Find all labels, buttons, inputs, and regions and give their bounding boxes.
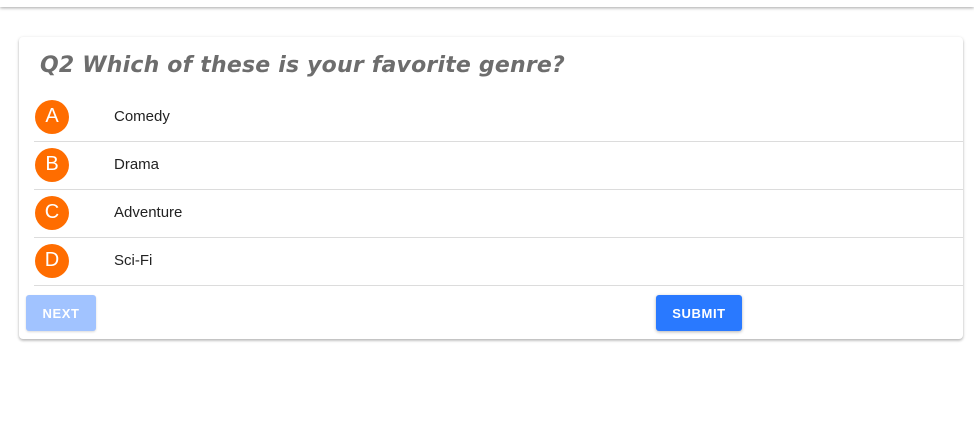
option-a[interactable]: A Comedy — [34, 94, 963, 142]
option-d-label: Sci-Fi — [114, 252, 153, 269]
submit-button[interactable]: SUBMIT — [656, 295, 742, 331]
option-d[interactable]: D Sci-Fi — [34, 238, 963, 286]
option-b-badge[interactable]: B — [35, 148, 69, 182]
option-d-badge[interactable]: D — [35, 244, 69, 278]
option-a-badge[interactable]: A — [35, 100, 69, 134]
top-app-bar — [0, 0, 974, 7]
quiz-card: Q2 Which of these is your favorite genre… — [19, 37, 963, 339]
option-b-label: Drama — [114, 156, 160, 173]
option-c-label: Adventure — [114, 204, 183, 221]
question-title: Q2 Which of these is your favorite genre… — [40, 53, 565, 78]
option-a-label: Comedy — [114, 108, 170, 125]
option-b[interactable]: B Drama — [34, 142, 963, 190]
option-c-badge[interactable]: C — [35, 196, 69, 230]
next-button[interactable]: NEXT — [26, 295, 96, 331]
option-c[interactable]: C Adventure — [34, 190, 963, 238]
answer-options-list: A Comedy B Drama C Adventure D Sci-Fi — [34, 94, 963, 286]
